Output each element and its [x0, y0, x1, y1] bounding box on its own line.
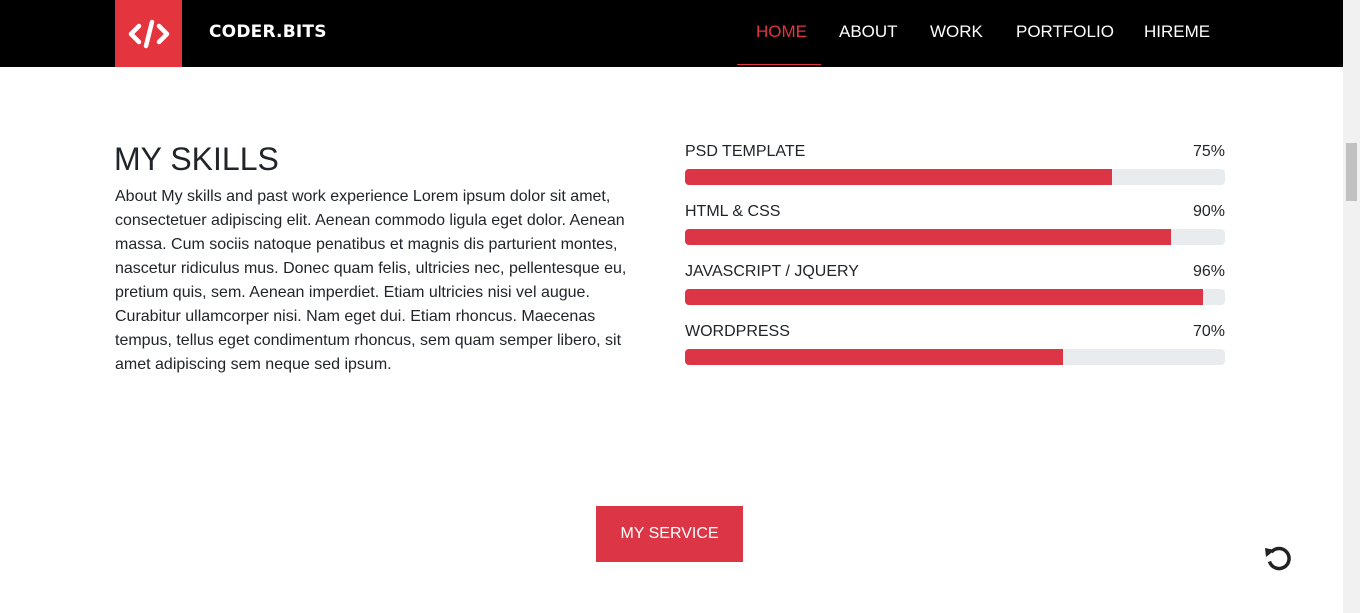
reload-button[interactable] — [1261, 541, 1295, 575]
skills-title: MY SKILLS — [114, 141, 279, 177]
skill-item: HTML & CSS 90% — [685, 202, 1225, 252]
skill-progress-fill — [685, 169, 1112, 185]
skill-percent: 90% — [1192, 203, 1225, 220]
skill-progress-fill — [685, 229, 1171, 245]
nav-portfolio[interactable]: PORTFOLIO — [1016, 0, 1114, 67]
skill-progress-bar — [685, 169, 1225, 185]
skill-progress-bar — [685, 349, 1225, 365]
skill-name: WORDPRESS — [685, 323, 790, 340]
reload-icon — [1265, 546, 1291, 571]
skill-item: PSD TEMPLATE 75% — [685, 142, 1225, 192]
skill-item: JAVASCRIPT / JQUERY 96% — [685, 262, 1225, 312]
top-navbar: CODER.BITS HOME ABOUT WORK PORTFOLIO HIR… — [0, 0, 1343, 67]
skill-progress-fill — [685, 289, 1204, 305]
skill-progress-bar — [685, 289, 1225, 305]
skill-percent: 70% — [1192, 323, 1225, 340]
brand-name[interactable]: CODER.BITS — [209, 20, 327, 44]
my-service-button[interactable]: MY SERVICE — [596, 506, 743, 562]
skill-name: JAVASCRIPT / JQUERY — [685, 263, 859, 280]
page-scrollbar[interactable] — [1343, 0, 1360, 613]
skill-percent: 75% — [1192, 143, 1225, 160]
skill-progress-bar — [685, 229, 1225, 245]
scrollbar-thumb[interactable] — [1346, 143, 1357, 201]
nav-about[interactable]: ABOUT — [839, 0, 898, 67]
logo[interactable] — [115, 0, 182, 67]
nav-hireme[interactable]: HIREME — [1144, 0, 1210, 67]
nav-work[interactable]: WORK — [930, 0, 983, 67]
skill-percent: 96% — [1192, 263, 1225, 280]
nav-home[interactable]: HOME — [756, 0, 807, 67]
skill-name: PSD TEMPLATE — [685, 143, 806, 160]
skills-description: About My skills and past work experience… — [115, 188, 627, 373]
nav-active-indicator — [737, 64, 821, 65]
skill-item: WORDPRESS 70% — [685, 322, 1225, 372]
code-icon — [128, 19, 169, 48]
skill-name: HTML & CSS — [685, 203, 781, 220]
skill-progress-fill — [685, 349, 1063, 365]
